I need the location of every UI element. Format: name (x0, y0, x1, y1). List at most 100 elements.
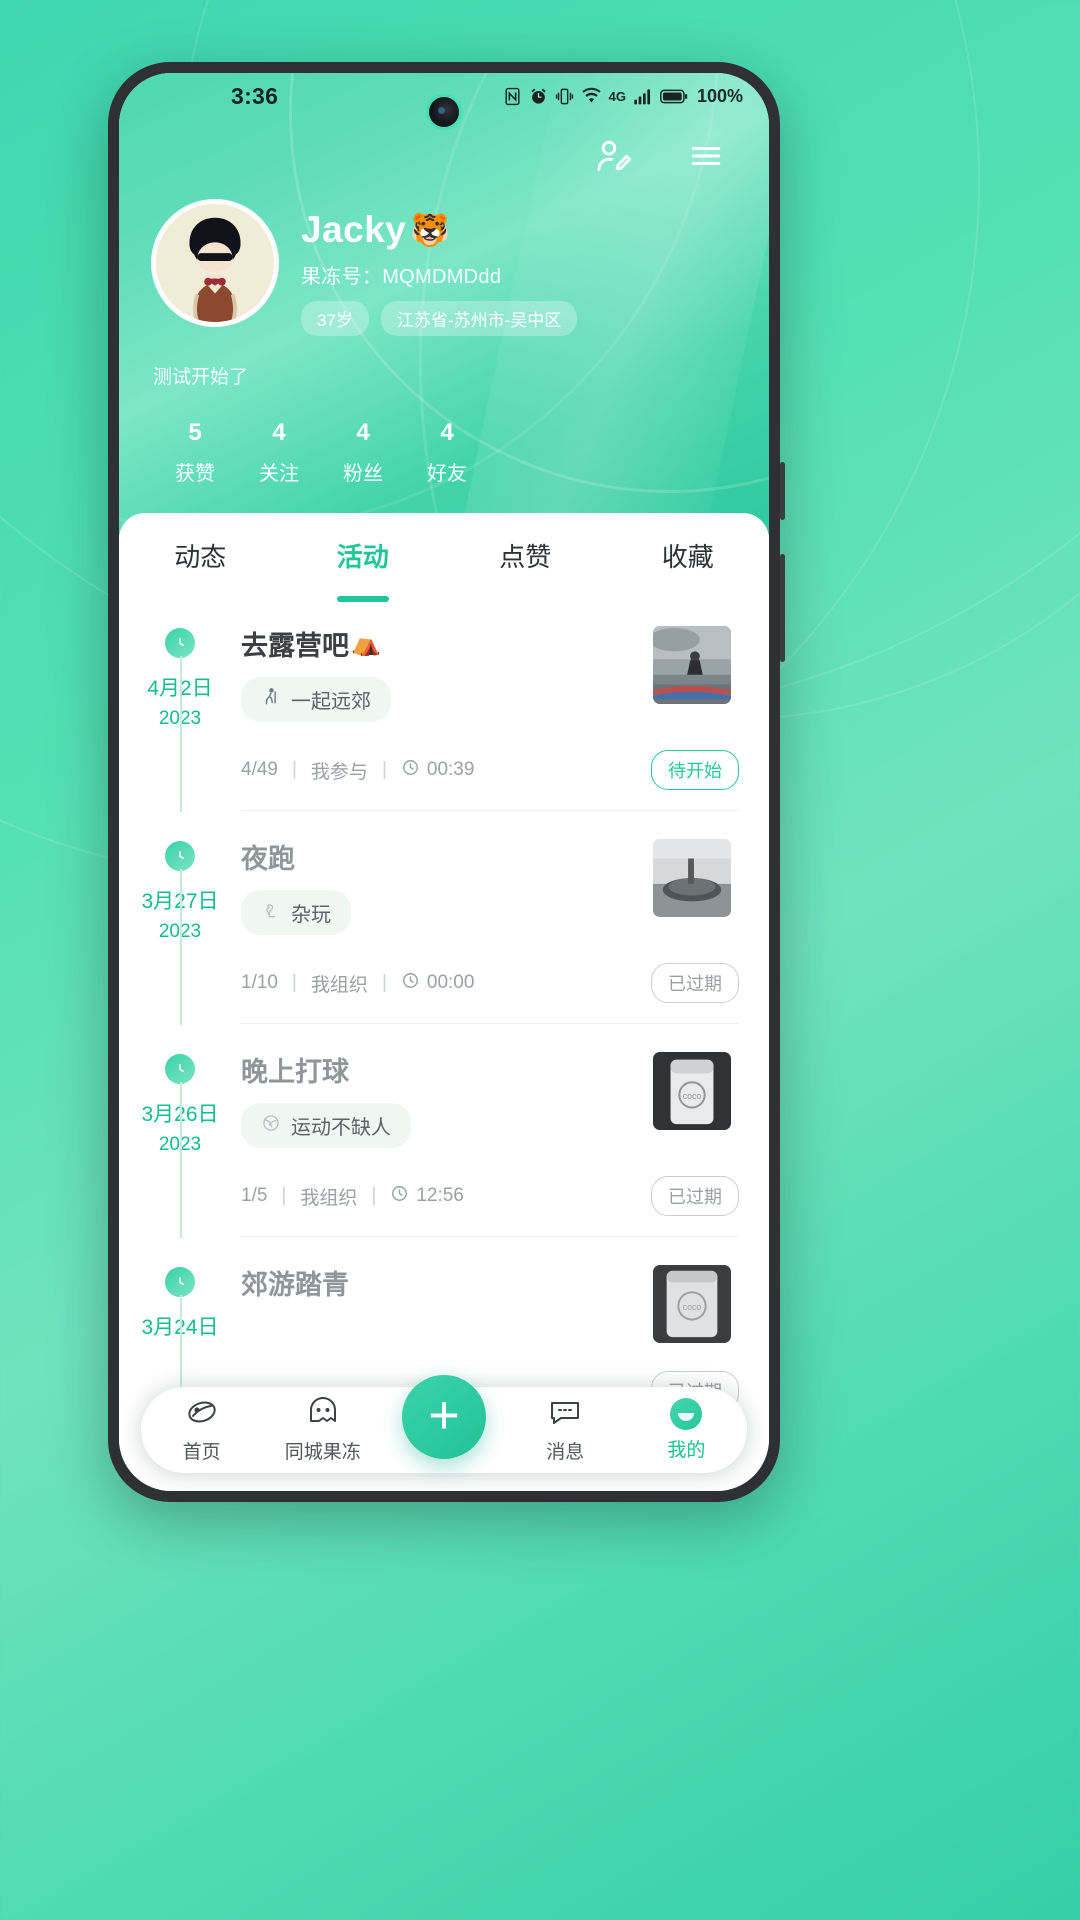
activity-tag-label: 运动不缺人 (291, 1117, 391, 1139)
clock-small-icon (401, 758, 420, 783)
bottom-navigation: 首页 同城果冻 + 消息 我的 (141, 1375, 747, 1473)
meta-separator: | (381, 972, 387, 993)
tab-label: 活动 (336, 542, 389, 572)
profile-block: Jacky 🐯 果冻号：MQMDMDdd 37岁 江苏省-苏州市-吴中区 (119, 179, 769, 336)
avatar[interactable] (151, 199, 279, 327)
activity-title: 去露营吧 ⛺ (241, 624, 639, 663)
timeline-line (180, 869, 182, 1025)
activity-list: 4月2日 2023 去露营吧 ⛺ (119, 602, 769, 1433)
row-divider (241, 1236, 739, 1237)
clock-icon (165, 1054, 195, 1084)
age-chip: 37岁 (301, 301, 369, 336)
svg-text:coco: coco (683, 1302, 702, 1312)
clock-icon (165, 841, 195, 871)
participant-count: 4/49 (241, 759, 278, 780)
meta-separator: | (381, 759, 387, 780)
create-button[interactable] (402, 1375, 486, 1459)
activity-meta: 1/10 | 我组织 | 00:00 已过期 (241, 963, 769, 1003)
profile-name: Jacky (301, 209, 407, 250)
activity-row[interactable]: 4月2日 2023 去露营吧 ⛺ (119, 620, 769, 812)
nav-item-profile[interactable]: 我的 (626, 1398, 747, 1462)
timeline-date: 4月2日 2023 (119, 620, 241, 812)
activity-tag: 杂玩 (241, 890, 351, 935)
volume-button[interactable] (780, 554, 785, 662)
clock-icon (165, 628, 195, 658)
activity-tag-label: 一起远郊 (291, 691, 371, 713)
participant-count: 1/10 (241, 972, 278, 993)
meta-separator: | (371, 1185, 377, 1206)
tab-dianzan[interactable]: 点赞 (444, 537, 607, 602)
meta-separator: | (291, 759, 297, 780)
activity-time-text: 00:39 (426, 759, 475, 780)
status-badge: 已过期 (651, 1176, 739, 1216)
status-badge: 已过期 (651, 963, 739, 1003)
stat-label: 粉丝 (343, 463, 383, 485)
activity-role: 我参与 (310, 761, 368, 783)
clock-small-icon (390, 1184, 409, 1209)
activity-tag: 运动不缺人 (241, 1103, 411, 1148)
activity-time: 12:56 (390, 1184, 464, 1209)
activity-thumbnail[interactable]: coco (653, 1265, 731, 1343)
activity-role: 我组织 (300, 1187, 358, 1209)
activity-title: 夜跑 (241, 837, 639, 876)
stat-label: 关注 (259, 463, 299, 485)
phone-frame: 3:36 4G 100% Jacky 🐯 果冻号：MQMDMDdd 37岁 江苏… (108, 62, 785, 1502)
stat-value: 4 (440, 419, 454, 446)
profile-bio: 测试开始了 (153, 367, 249, 388)
network-type-label: 4G (608, 88, 626, 104)
content-tabs: 动态 活动 点赞 收藏 (119, 513, 769, 602)
nav-label: 同城果冻 (284, 1441, 361, 1463)
activity-meta: 4/49 | 我参与 | 00:39 待开始 (241, 750, 769, 790)
power-button[interactable] (780, 462, 785, 520)
activity-title-text: 郊游踏青 (241, 1270, 349, 1300)
row-divider (241, 810, 739, 811)
stat-following[interactable]: 4 关注 (237, 419, 321, 486)
jelly-id: 果冻号：MQMDMDdd (301, 260, 577, 289)
status-badge: 待开始 (651, 750, 739, 790)
jelly-id-value: MQMDMDdd (382, 266, 502, 288)
stat-likes[interactable]: 5 获赞 (153, 419, 237, 486)
nav-label: 消息 (546, 1441, 585, 1463)
svg-text:coco: coco (683, 1091, 702, 1101)
content-sheet: 动态 活动 点赞 收藏 去露营吧 ⛺ 一起远郊 4/49 | 我参与 | 00:… (119, 513, 769, 1491)
nav-item-tongcheng[interactable]: 同城果冻 (262, 1396, 383, 1464)
stat-label: 好友 (427, 463, 467, 485)
ghost-icon (306, 1396, 340, 1432)
activity-thumbnail[interactable]: coco (653, 1052, 731, 1130)
activity-row[interactable]: 3月26日 2023 晚上打球 (119, 1046, 769, 1238)
user-edit-icon[interactable] (591, 133, 637, 179)
stat-friends[interactable]: 4 好友 (405, 419, 489, 486)
activity-role: 我组织 (310, 974, 368, 996)
activity-tag: 一起远郊 (241, 677, 391, 722)
activity-title-text: 夜跑 (241, 844, 295, 874)
tab-dongtai[interactable]: 动态 (119, 537, 282, 602)
meta-separator: | (291, 972, 297, 993)
activity-thumbnail[interactable] (653, 839, 731, 917)
tab-shoucang[interactable]: 收藏 (607, 537, 770, 602)
activity-thumbnail[interactable] (653, 626, 731, 704)
clock-small-icon (401, 971, 420, 996)
signal-icon (633, 87, 653, 106)
tiger-emoji-icon: 🐯 (410, 212, 451, 248)
activity-time: 00:39 (401, 758, 475, 783)
wifi-icon (581, 87, 602, 106)
battery-icon (660, 88, 688, 105)
hamburger-menu-icon[interactable] (683, 133, 729, 179)
stat-followers[interactable]: 4 粉丝 (321, 419, 405, 486)
activity-meta: 1/5 | 我组织 | 12:56 已过期 (241, 1176, 769, 1216)
nav-item-messages[interactable]: 消息 (505, 1397, 626, 1464)
battery-percent: 100% (696, 85, 743, 106)
row-divider (241, 1023, 739, 1024)
clock-icon (165, 1267, 195, 1297)
nav-label: 我的 (667, 1440, 706, 1461)
nfc-icon (503, 87, 522, 106)
activity-title-text: 晚上打球 (241, 1057, 349, 1087)
activity-time-text: 00:00 (426, 972, 475, 993)
profile-chips: 37岁 江苏省-苏州市-吴中区 (301, 301, 578, 336)
tab-huodong[interactable]: 活动 (282, 537, 445, 602)
ball-icon (261, 1113, 281, 1139)
stat-value: 4 (356, 419, 370, 446)
stat-value: 4 (272, 419, 286, 446)
nav-item-home[interactable]: 首页 (141, 1397, 262, 1464)
activity-row[interactable]: 3月27日 2023 夜跑 (119, 833, 769, 1025)
